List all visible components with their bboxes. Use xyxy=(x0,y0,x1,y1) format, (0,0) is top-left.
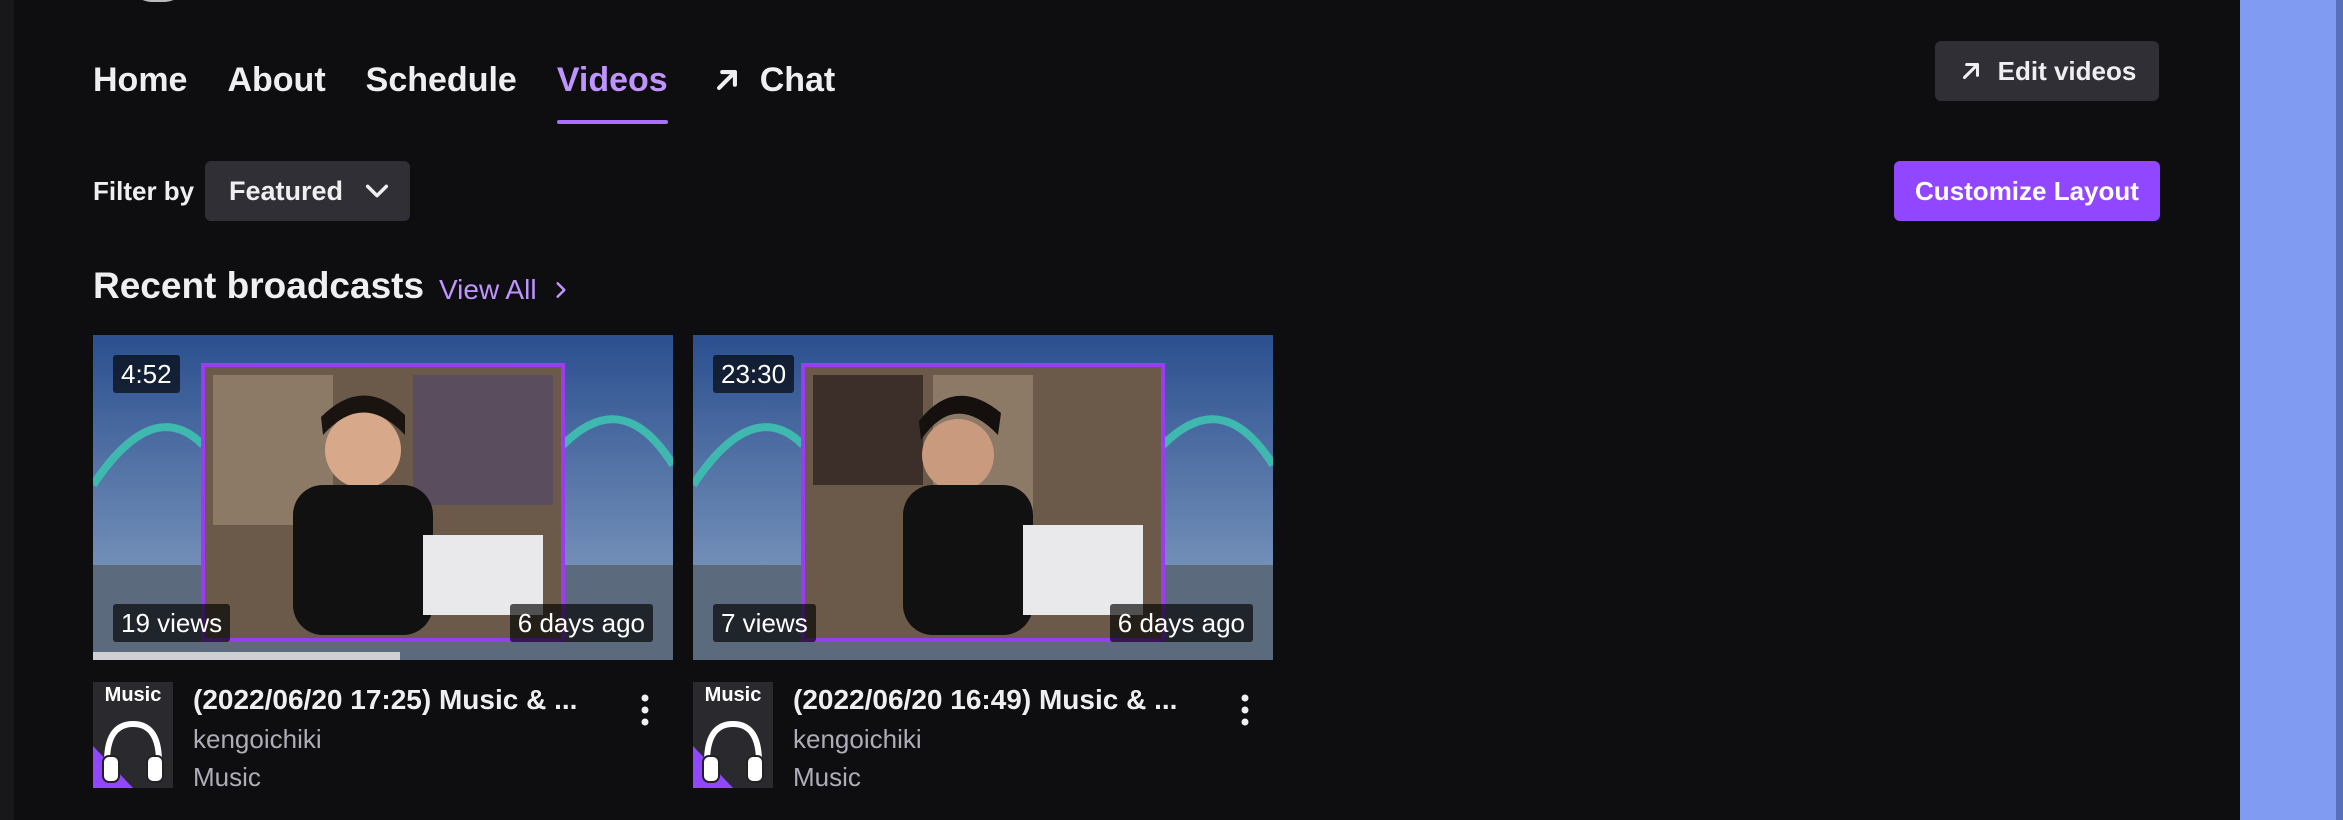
chevron-right-icon xyxy=(555,282,566,298)
category-box-art[interactable]: Music xyxy=(693,682,773,788)
video-title[interactable]: (2022/06/20 17:25) Music & ... xyxy=(193,682,613,718)
external-arrow-icon xyxy=(716,70,737,90)
more-options-icon[interactable] xyxy=(1233,690,1257,730)
channel-name-link[interactable]: kengoichiki xyxy=(793,722,922,756)
tab-home-label: Home xyxy=(93,61,188,99)
chevron-down-icon xyxy=(365,184,389,198)
side-panel xyxy=(2240,0,2343,820)
tab-chat[interactable]: Chat xyxy=(708,56,836,104)
video-meta: Music (2022/06/20 17:25) Music & ... ken… xyxy=(93,682,673,792)
video-title[interactable]: (2022/06/20 16:49) Music & ... xyxy=(793,682,1213,718)
section-title: Recent broadcasts xyxy=(93,265,425,306)
more-options-icon[interactable] xyxy=(633,690,657,730)
channel-nav: Home About Schedule Videos Chat xyxy=(93,56,835,126)
category-art-label: Music xyxy=(704,684,762,706)
channel-avatar-edge[interactable] xyxy=(128,0,188,2)
category-link[interactable]: Music xyxy=(793,760,861,794)
video-age-badge: 6 days ago xyxy=(1109,604,1253,642)
tab-schedule-label: Schedule xyxy=(365,61,517,99)
left-edge-strip xyxy=(0,0,14,820)
video-views-badge: 7 views xyxy=(713,604,816,642)
tab-videos[interactable]: Videos xyxy=(556,56,668,124)
video-duration-badge: 23:30 xyxy=(713,355,795,393)
tab-home[interactable]: Home xyxy=(93,56,187,104)
side-panel-edge xyxy=(2336,0,2343,820)
headphones-icon xyxy=(93,720,164,788)
customize-layout-button[interactable]: Customize Layout xyxy=(1894,161,2160,221)
customize-layout-label: Customize Layout xyxy=(1915,175,2139,206)
view-all-label: View All xyxy=(439,274,537,305)
video-thumbnail[interactable]: 4:52 19 views 6 days ago xyxy=(93,335,673,660)
tab-about[interactable]: About xyxy=(227,56,325,104)
tab-about-label: About xyxy=(227,61,326,99)
edit-videos-label: Edit videos xyxy=(1997,55,2137,86)
view-all-link[interactable]: View All xyxy=(439,274,571,306)
tab-videos-label: Videos xyxy=(556,61,668,99)
channel-name-link[interactable]: kengoichiki xyxy=(193,722,322,756)
watch-progress-bar xyxy=(93,652,401,660)
tab-chat-label: Chat xyxy=(759,61,836,99)
video-views-badge: 19 views xyxy=(113,604,231,642)
video-thumbnail[interactable]: 23:30 7 views 6 days ago xyxy=(693,335,1273,660)
headphones-icon xyxy=(693,720,764,788)
filter-dropdown[interactable]: Featured xyxy=(205,161,410,221)
external-arrow-icon xyxy=(1962,62,1979,80)
video-duration-badge: 4:52 xyxy=(113,355,180,393)
filter-selected-value: Featured xyxy=(229,175,344,206)
category-link[interactable]: Music xyxy=(193,760,261,794)
video-age-badge: 6 days ago xyxy=(509,604,653,642)
tab-schedule[interactable]: Schedule xyxy=(366,56,517,104)
edit-videos-button[interactable]: Edit videos xyxy=(1935,41,2159,101)
video-card[interactable]: 4:52 19 views 6 days ago Music (2022/06/… xyxy=(93,335,673,792)
filter-label: Filter by xyxy=(93,176,195,206)
video-meta: Music (2022/06/20 16:49) Music & ... ken… xyxy=(693,682,1273,792)
category-box-art[interactable]: Music xyxy=(93,682,173,788)
video-card[interactable]: 23:30 7 views 6 days ago Music (2022/06/… xyxy=(693,335,1273,792)
category-art-label: Music xyxy=(104,684,162,706)
